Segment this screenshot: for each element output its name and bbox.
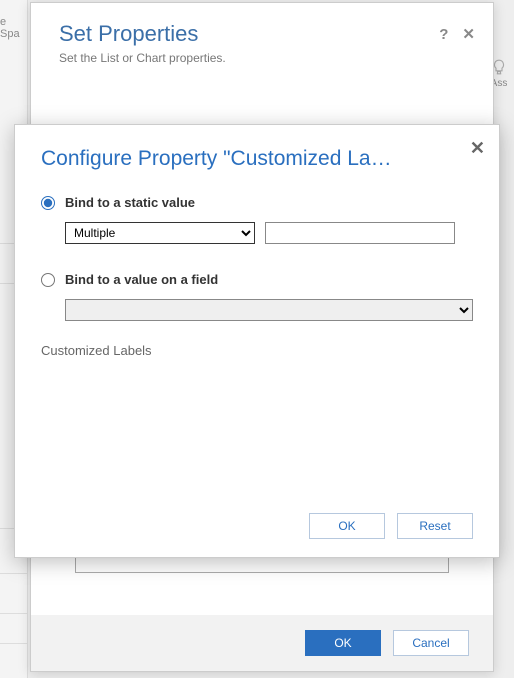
outer-window-controls: ? ✕ xyxy=(439,25,475,43)
inner-title: Configure Property "Customized La… xyxy=(41,147,451,171)
static-value-input[interactable] xyxy=(265,222,455,244)
close-icon[interactable]: ✕ xyxy=(470,139,485,157)
inner-reset-button[interactable]: Reset xyxy=(397,513,473,539)
configure-property-dialog: ✕ Configure Property "Customized La… Bin… xyxy=(14,124,500,558)
inner-ok-button[interactable]: OK xyxy=(309,513,385,539)
bg-left-text: e Spa xyxy=(0,16,20,40)
outer-ok-button[interactable]: OK xyxy=(305,630,381,656)
static-fields-row: Multiple xyxy=(41,222,473,244)
outer-title: Set Properties xyxy=(59,21,465,47)
bg-divider xyxy=(0,580,28,614)
option-static-row: Bind to a static value xyxy=(41,195,473,210)
option-static-label[interactable]: Bind to a static value xyxy=(65,195,195,210)
option-static-radio[interactable] xyxy=(41,196,55,210)
inner-footer: OK Reset xyxy=(309,513,473,539)
close-icon[interactable]: ✕ xyxy=(462,25,475,43)
field-select-row xyxy=(41,299,473,321)
help-icon[interactable]: ? xyxy=(439,26,448,43)
outer-header: Set Properties Set the List or Chart pro… xyxy=(31,3,493,75)
option-field-row: Bind to a value on a field xyxy=(41,272,473,287)
bg-divider xyxy=(0,610,28,644)
property-name-text: Customized Labels xyxy=(41,343,473,358)
static-value-select[interactable]: Multiple xyxy=(65,222,255,244)
field-value-select[interactable] xyxy=(65,299,473,321)
outer-footer: OK Cancel xyxy=(31,615,493,671)
option-field-label[interactable]: Bind to a value on a field xyxy=(65,272,218,287)
option-field-radio[interactable] xyxy=(41,273,55,287)
outer-cancel-button[interactable]: Cancel xyxy=(393,630,469,656)
outer-subtitle: Set the List or Chart properties. xyxy=(59,51,465,65)
